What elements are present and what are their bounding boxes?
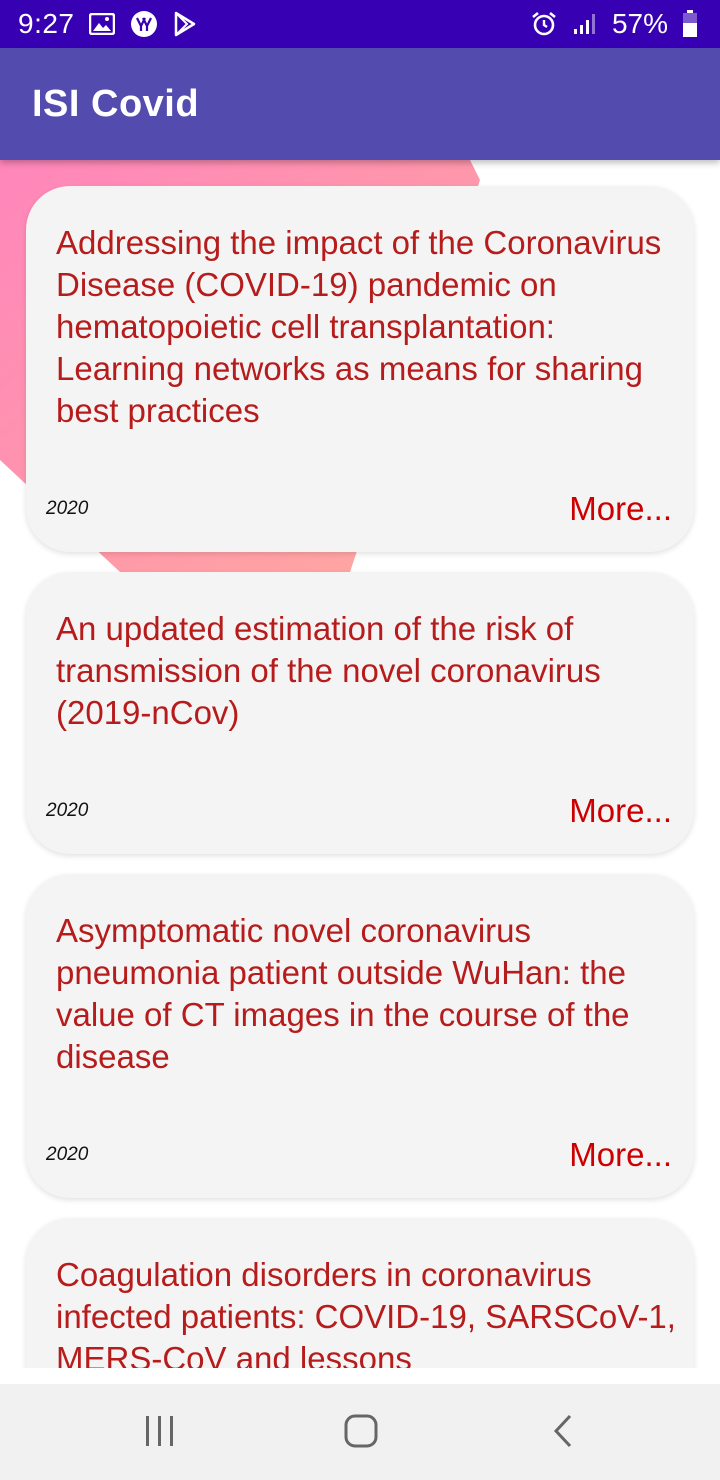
app-bar: ISI Covid: [0, 48, 720, 160]
article-card[interactable]: Addressing the impact of the Coronavirus…: [26, 186, 694, 552]
article-year: 2020: [46, 1144, 89, 1165]
article-card[interactable]: Coagulation disorders in coronavirus inf…: [26, 1218, 694, 1368]
more-link[interactable]: More...: [569, 792, 672, 830]
battery-icon: [682, 10, 698, 38]
home-icon[interactable]: [344, 1414, 378, 1448]
back-icon[interactable]: [552, 1414, 574, 1448]
image-icon: [88, 13, 115, 35]
article-year: 2020: [46, 498, 89, 519]
yandex-icon: [129, 9, 159, 39]
article-card[interactable]: Asymptomatic novel coronavirus pneumonia…: [26, 874, 694, 1198]
navigation-bar: [0, 1384, 720, 1480]
battery-percent: 57%: [611, 8, 668, 39]
recent-apps-icon[interactable]: [144, 1414, 176, 1448]
article-title: Coagulation disorders in coronavirus inf…: [56, 1256, 676, 1368]
status-time: 9:27: [18, 8, 75, 39]
more-link[interactable]: More...: [569, 1136, 672, 1174]
play-store-icon: [173, 11, 197, 37]
status-bar-right: 57%: [530, 8, 698, 40]
status-bar: 9:27 57%: [0, 0, 720, 48]
signal-icon: [572, 12, 598, 36]
article-title: Asymptomatic novel coronavirus pneumonia…: [56, 912, 630, 1075]
alarm-icon: [530, 10, 558, 38]
status-bar-left: 9:27: [18, 8, 197, 40]
article-year: 2020: [46, 800, 89, 821]
article-title: An updated estimation of the risk of tra…: [56, 610, 601, 731]
article-list[interactable]: Addressing the impact of the Coronavirus…: [0, 160, 720, 1368]
article-card[interactable]: An updated estimation of the risk of tra…: [26, 572, 694, 854]
article-title: Addressing the impact of the Coronavirus…: [56, 224, 662, 429]
more-link[interactable]: More...: [569, 490, 672, 528]
app-title: ISI Covid: [32, 82, 200, 125]
